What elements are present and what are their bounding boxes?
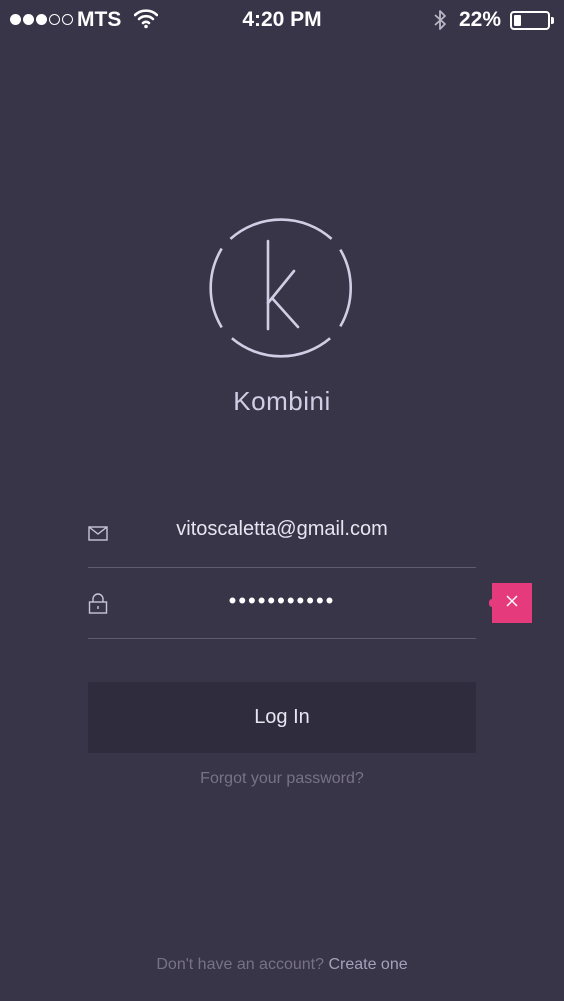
login-screen: MTS 4:20 PM 22% Kombini vitoscaletta@gma… — [0, 0, 564, 1001]
forgot-password-link[interactable]: Forgot your password? — [0, 770, 564, 788]
status-bar: MTS 4:20 PM 22% — [0, 0, 564, 40]
create-account-link[interactable]: Create one — [328, 956, 407, 973]
battery-icon — [510, 11, 550, 30]
email-field[interactable] — [88, 498, 476, 568]
clear-password-button[interactable] — [492, 583, 532, 623]
kombini-logo — [202, 209, 360, 367]
login-button[interactable]: Log In — [88, 682, 476, 753]
signup-prompt-text: Don't have an account? — [156, 956, 324, 973]
battery-fill — [514, 15, 521, 26]
battery-percentage: 22% — [459, 8, 502, 31]
battery-nub — [551, 17, 554, 24]
password-input[interactable]: ••••••••••• — [88, 588, 476, 614]
email-input[interactable] — [88, 518, 476, 541]
login-button-label: Log In — [254, 706, 310, 728]
app-name: Kombini — [233, 386, 331, 416]
password-field[interactable]: ••••••••••• — [88, 569, 476, 639]
bluetooth-icon — [432, 8, 448, 37]
signup-prompt: Don't have an account? Create one — [0, 956, 564, 974]
close-icon — [505, 594, 519, 613]
